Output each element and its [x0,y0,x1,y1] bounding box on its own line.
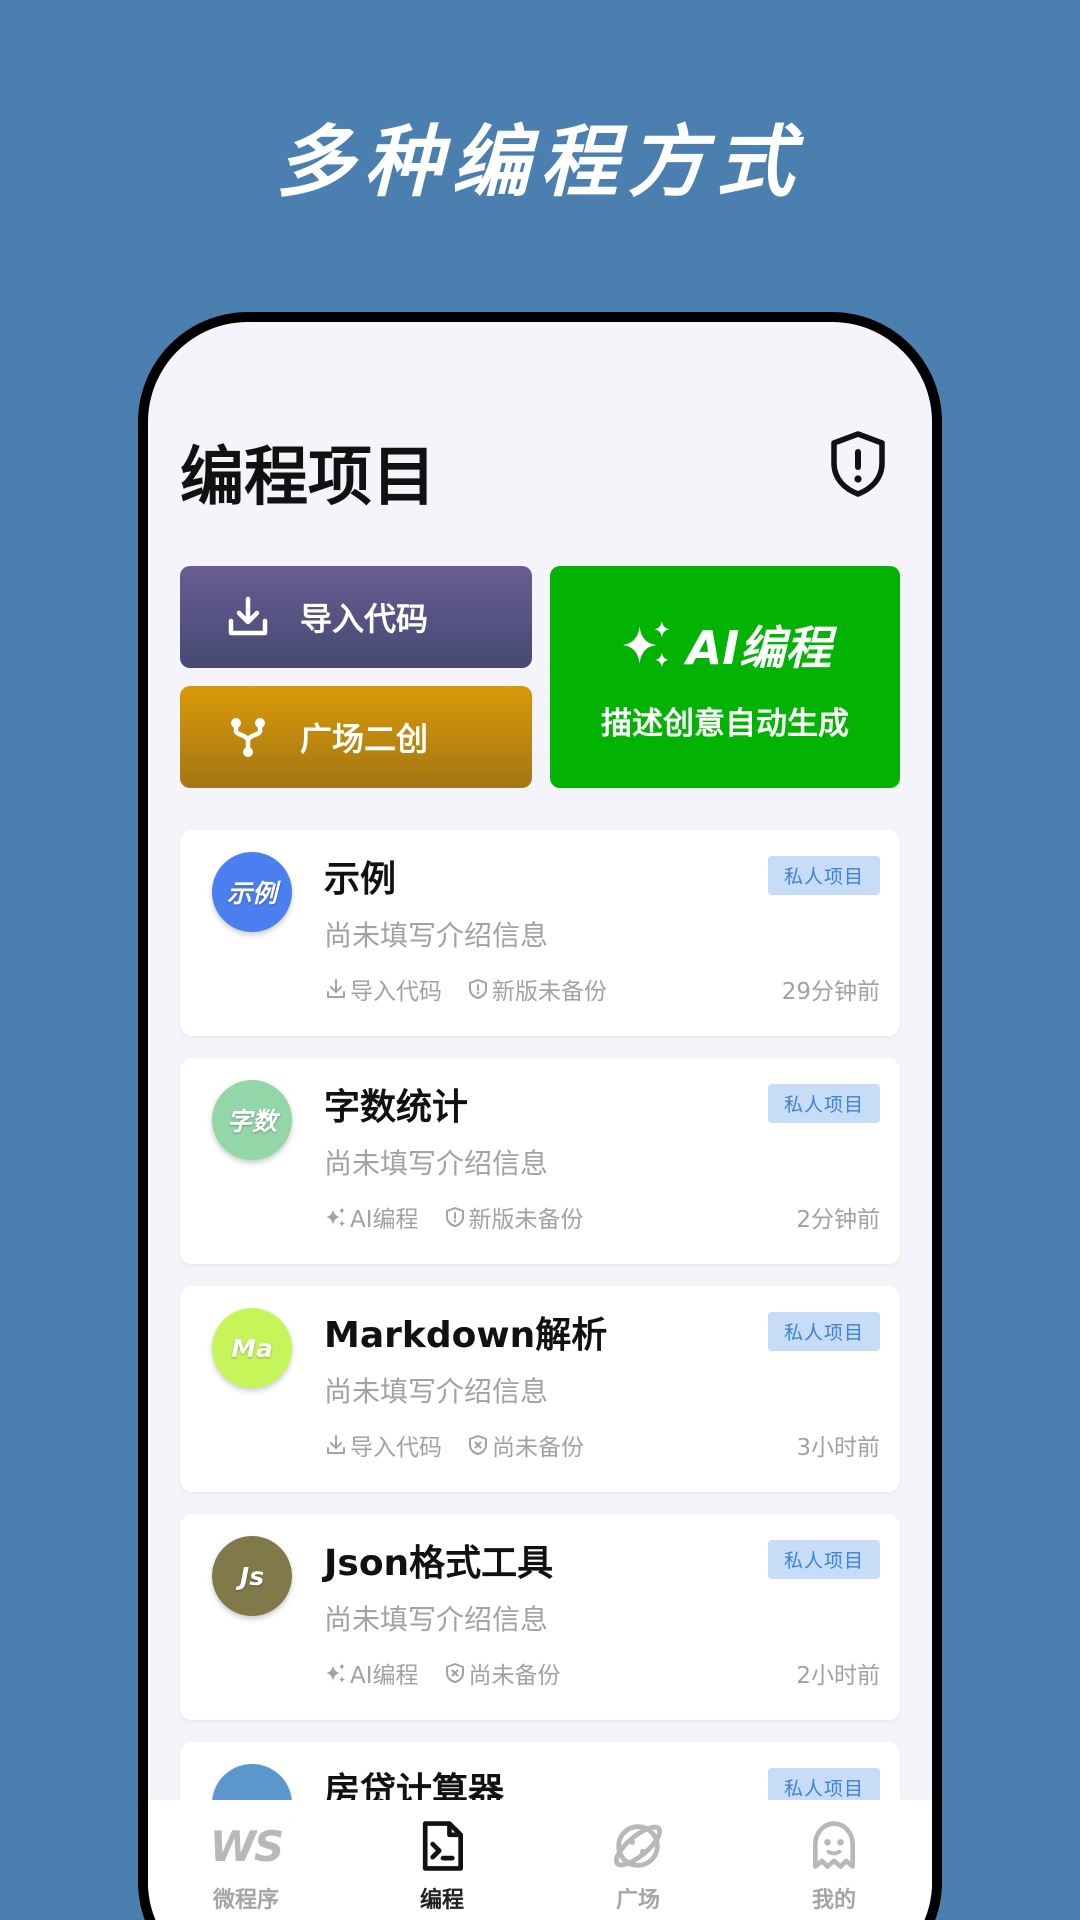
tab-coding[interactable]: 编程 [344,1800,540,1920]
bottom-tab-bar: WS 微程序 编程 广场 我的 [148,1800,932,1920]
updated-time: 2分钟前 [796,1207,880,1233]
planet-icon [608,1816,668,1876]
project-card[interactable]: 字数 字数统计 私人项目 尚未填写介绍信息 AI编程 新版未备份 2分钟前 [180,1058,900,1264]
tab-label: 广场 [615,1888,660,1913]
tab-plaza[interactable]: 广场 [540,1800,736,1920]
remix-label: 广场二创 [300,720,429,758]
updated-time: 2小时前 [796,1663,880,1689]
backup-label: 新版未备份 [468,1207,584,1233]
ws-logo-icon: WS [209,1821,285,1871]
source-label: AI编程 [350,1663,419,1689]
project-description: 尚未填写介绍信息 [324,1375,549,1408]
updated-time: 29分钟前 [781,979,880,1005]
project-avatar: 字数 [212,1080,292,1160]
shield-alert-icon [469,979,487,999]
source-tag: AI编程 [324,1200,419,1234]
privacy-badge: 私人项目 [767,856,880,895]
page-title: 编程项目 [180,441,436,515]
project-avatar: 示例 [212,852,292,932]
tab-microprogram[interactable]: WS 微程序 [148,1800,344,1920]
project-name: Markdown解析 [324,1315,608,1356]
project-meta: 导入代码 新版未备份 29分钟前 [324,972,880,1006]
updated-time: 3小时前 [796,1435,880,1461]
project-card[interactable]: 示例 示例 私人项目 尚未填写介绍信息 导入代码 新版未备份 29分钟前 [180,830,900,1036]
phone-frame: 编程项目 导入代码 广场二创 AI编程 描述创意自动生成 示例 示例 私人项目 … [138,312,942,1920]
fork-icon [231,718,265,757]
project-list: 示例 示例 私人项目 尚未填写介绍信息 导入代码 新版未备份 29分钟前 字数 … [180,830,900,1920]
app-screen: 编程项目 导入代码 广场二创 AI编程 描述创意自动生成 示例 示例 私人项目 … [148,322,932,1920]
source-label: 导入代码 [350,979,442,1005]
sparkle-icon [326,1663,345,1683]
project-meta: 导入代码 尚未备份 3小时前 [324,1428,880,1462]
download-icon [327,979,345,998]
banner-title: 多种编程方式 [275,118,804,208]
sparkle-icon [326,1207,345,1227]
project-name: 字数统计 [324,1087,469,1128]
download-icon [228,596,268,636]
shield-alert-icon[interactable] [828,430,888,498]
sparkle-icon [622,620,669,667]
remix-button[interactable]: 广场二创 [180,686,532,788]
project-description: 尚未填写介绍信息 [324,1603,549,1636]
ai-coding-title: AI编程 [686,620,832,675]
project-name: 示例 [324,859,397,900]
project-meta: AI编程 新版未备份 2分钟前 [324,1200,880,1234]
backup-label: 新版未备份 [492,979,607,1005]
tab-label: 我的 [811,1888,856,1913]
source-label: 导入代码 [350,1435,442,1461]
ghost-avatar-icon [804,1816,864,1876]
import-code-label: 导入代码 [300,600,429,638]
download-icon [327,1435,345,1454]
shield-x-icon [445,1663,464,1683]
backup-tag: 新版未备份 [443,1200,584,1234]
ai-coding-button[interactable]: AI编程 描述创意自动生成 [550,566,900,788]
project-description: 尚未填写介绍信息 [324,919,549,952]
source-tag: 导入代码 [324,1428,442,1462]
project-description: 尚未填写介绍信息 [324,1147,549,1180]
tab-mine[interactable]: 我的 [736,1800,932,1920]
project-card[interactable]: Js Json格式工具 私人项目 尚未填写介绍信息 AI编程 尚未备份 2小时前 [180,1514,900,1720]
shield-x-icon [469,1435,487,1455]
privacy-badge: 私人项目 [767,1540,880,1579]
backup-tag: 尚未备份 [443,1656,561,1690]
backup-label: 尚未备份 [468,1663,561,1689]
backup-label: 尚未备份 [492,1435,584,1461]
tab-label: 微程序 [212,1888,279,1913]
shield-alert-icon [445,1207,464,1227]
backup-tag: 新版未备份 [466,972,607,1006]
source-tag: 导入代码 [324,972,442,1006]
project-avatar: Js [212,1536,292,1616]
privacy-badge: 私人项目 [767,1084,880,1123]
import-code-button[interactable]: 导入代码 [180,566,532,668]
project-card[interactable]: Ma Markdown解析 私人项目 尚未填写介绍信息 导入代码 尚未备份 3小… [180,1286,900,1492]
tab-label: 编程 [419,1888,464,1913]
project-meta: AI编程 尚未备份 2小时前 [324,1656,880,1690]
privacy-badge: 私人项目 [767,1312,880,1351]
backup-tag: 尚未备份 [466,1428,584,1462]
source-tag: AI编程 [324,1656,419,1690]
project-name: Json格式工具 [324,1543,554,1584]
project-avatar: Ma [212,1308,292,1388]
ai-coding-subtitle: 描述创意自动生成 [601,705,849,742]
code-file-icon [412,1816,472,1876]
source-label: AI编程 [350,1207,419,1233]
